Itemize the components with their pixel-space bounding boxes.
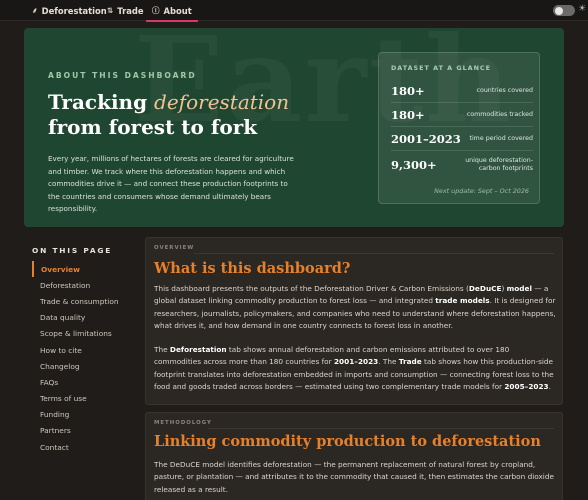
glance-title: DATASET AT A GLANCE [391,64,491,72]
glance-value: 9,300+ [391,158,437,172]
tab-label: Trade [117,5,144,16]
glance-label: unique deforestation-carbon footprints [465,157,533,172]
text-run: This dashboard presents the outputs of t… [154,284,469,293]
bold-text: model [506,284,532,293]
hero-description: Every year, millions of hectares of fore… [48,154,294,213]
bold-text: trade models [435,296,490,306]
hero-title-part: Tracking [48,90,155,114]
hero-title-emphasis: deforestation [154,90,290,114]
overview-title: What is this dashboard? [154,260,351,277]
methodology-title: Linking commodity production to deforest… [154,433,541,450]
glance-row: 180+ commodities tracked [391,103,533,127]
glance-value: 180+ [391,107,425,122]
divider [194,253,554,254]
methodology-paragraph: The DeDuCE model identifies deforestatio… [154,460,554,494]
toc-title: ON THIS PAGE [32,246,113,255]
methodology-kicker: METHODOLOGY [154,420,212,426]
toc-item-contact[interactable]: Contact [32,439,132,455]
toc-item-scope-limitations[interactable]: Scope & limitations [32,326,132,342]
next-update: Next update: Sept – Oct 2026 [434,187,529,195]
toc-item-funding[interactable]: Funding [32,407,132,423]
overview-kicker: OVERVIEW [154,245,195,251]
toc-item-how-to-cite[interactable]: How to cite [32,342,132,358]
hero-banner: Earth ABOUT THIS DASHBOARD Tracking defo… [24,28,564,227]
toc-item-partners[interactable]: Partners [32,423,132,439]
hero-title-line2: from forest to fork [48,115,258,139]
hero-eyebrow: ABOUT THIS DASHBOARD [48,71,197,80]
tab-label: About [163,5,192,16]
bold-text: Deforestation [169,345,227,354]
tab-deforestation[interactable]: ⸙ Deforestation [32,0,107,21]
glance-row: 9,300+ unique deforestation-carbon footp… [391,151,533,179]
sun-icon: ☀ [578,4,587,14]
glance-row: 180+ countries covered [391,79,533,103]
bold-text: DeDuCE [468,284,502,293]
toc-item-faqs[interactable]: FAQs [32,374,132,390]
toc-item-overview[interactable]: Overview [32,261,132,278]
text-run: . [548,381,551,391]
bold-text: Trade [398,357,422,367]
hero-title: Tracking deforestation from forest to fo… [48,90,289,140]
glance-value: 2001–2023 [391,131,461,146]
divider [208,428,554,429]
info-icon: ⓘ [152,6,160,15]
trade-arrows-icon: ⇅ [107,6,114,15]
toc-item-changelog[interactable]: Changelog [32,358,132,374]
leaf-icon: ⸙ [32,5,38,15]
text-run: The [154,345,170,354]
glance-label: commodities tracked [466,110,533,118]
glance-value: 180+ [391,83,425,98]
theme-toggle[interactable] [553,5,575,16]
toc-item-deforestation[interactable]: Deforestation [32,277,132,293]
glance-label: countries covered [476,86,534,94]
toc-item-data-quality[interactable]: Data quality [32,310,132,326]
glance-label: time period covered [469,134,533,142]
toc-item-trade-consumption[interactable]: Trade & consumption [32,293,132,309]
methodology-card: METHODOLOGY Linking commodity production… [145,412,563,500]
text-run: . The [378,357,399,367]
overview-paragraph: This dashboard presents the outputs of t… [154,283,556,332]
top-nav: ⸙ Deforestation ⇅ Trade ⓘ About ☀ [0,0,588,22]
toggle-knob [555,6,563,15]
bold-text: 2001–2023 [333,357,379,367]
overview-paragraph: The Deforestation tab shows annual defor… [154,344,556,393]
toc-item-terms-of-use[interactable]: Terms of use [32,391,132,407]
tab-about[interactable]: ⓘ About [146,0,198,22]
tab-trade[interactable]: ⇅ Trade [107,0,144,21]
glance-row: 2001–2023 time period covered [391,127,533,151]
bold-text: 2005–2023 [504,381,549,391]
tab-label: Deforestation [41,5,107,16]
overview-card: OVERVIEW What is this dashboard? This da… [145,237,563,405]
dataset-at-a-glance: DATASET AT A GLANCE 180+ countries cover… [378,52,540,204]
toc-list: Overview Deforestation Trade & consumption… [32,261,132,455]
